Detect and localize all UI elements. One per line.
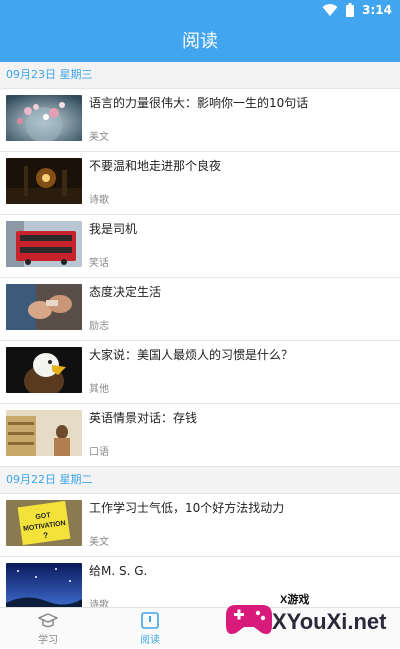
book-icon — [141, 612, 159, 629]
graduation-cap-icon — [38, 613, 58, 628]
gamepad-logo-icon — [226, 605, 272, 634]
article-tag: 励志 — [89, 321, 109, 332]
article-tag: 口语 — [89, 447, 109, 458]
tab-reading[interactable]: 阅读 — [110, 608, 190, 648]
article-title: 我是司机 — [89, 222, 138, 236]
date-header: 09月23日 星期三 — [0, 62, 400, 89]
thumbnail-red-bus — [6, 221, 82, 267]
list-item[interactable]: 英语情景对话：存钱 口语 — [0, 404, 400, 467]
article-title: 给M. S. G. — [89, 564, 148, 578]
list-item[interactable]: 态度决定生活 励志 — [0, 278, 400, 341]
article-title: 不要温和地走进那个良夜 — [89, 159, 222, 173]
thumbnail-starry-sky — [6, 563, 82, 607]
list-item[interactable]: 语言的力量很伟大：影响你一生的10句话 美文 — [0, 89, 400, 152]
article-tag: 美文 — [89, 537, 109, 548]
tab-label: 学习 — [38, 635, 58, 646]
thumbnail-eagle — [6, 347, 82, 393]
article-tag: 笑话 — [89, 258, 109, 269]
article-title: 语言的力量很伟大：影响你一生的10句话 — [89, 96, 309, 110]
article-title: 英语情景对话：存钱 — [89, 411, 198, 425]
status-time: 3:14 — [362, 3, 392, 17]
page-title: 阅读 — [182, 31, 218, 52]
article-tag: 诗歌 — [89, 195, 109, 206]
date-header: 09月22日 星期二 — [0, 467, 400, 494]
battery-icon — [346, 3, 355, 17]
article-title: 态度决定生活 — [89, 285, 162, 299]
watermark-brand: XYouXi.net — [272, 609, 387, 634]
thumbnail-shop — [6, 410, 82, 456]
tab-label: 阅读 — [140, 635, 160, 646]
article-tag: 美文 — [89, 132, 109, 143]
thumbnail-motivation-note: GOT MOTIVATION ? — [6, 500, 82, 546]
thumbnail-night-street — [6, 158, 82, 204]
list-item[interactable]: 不要温和地走进那个良夜 诗歌 — [0, 152, 400, 215]
article-title: 大家说：美国人最烦人的习惯是什么？ — [89, 348, 294, 362]
article-tag: 其他 — [89, 384, 109, 395]
app-bar: 阅读 — [0, 22, 400, 62]
site-watermark: X游戏 XYouXi.net — [222, 589, 392, 645]
list-item[interactable]: 我是司机 笑话 — [0, 215, 400, 278]
watermark-small: X游戏 — [280, 592, 309, 606]
list-item[interactable]: 大家说：美国人最烦人的习惯是什么？ 其他 — [0, 341, 400, 404]
status-bar: 3:14 — [0, 0, 400, 22]
article-list[interactable]: 09月23日 星期三 语言的力量很伟大：影响你一生的10句话 美文 不要温和地走… — [0, 62, 400, 607]
thumbnail-bubbles — [6, 95, 82, 141]
article-title: 工作学习士气低，10个好方法找动力 — [89, 501, 285, 515]
tab-study[interactable]: 学习 — [8, 608, 88, 648]
list-item[interactable]: GOT MOTIVATION ? 工作学习士气低，10个好方法找动力 美文 — [0, 494, 400, 557]
article-tag: 诗歌 — [89, 600, 109, 607]
wifi-icon — [322, 4, 338, 16]
thumbnail-hands — [6, 284, 82, 330]
